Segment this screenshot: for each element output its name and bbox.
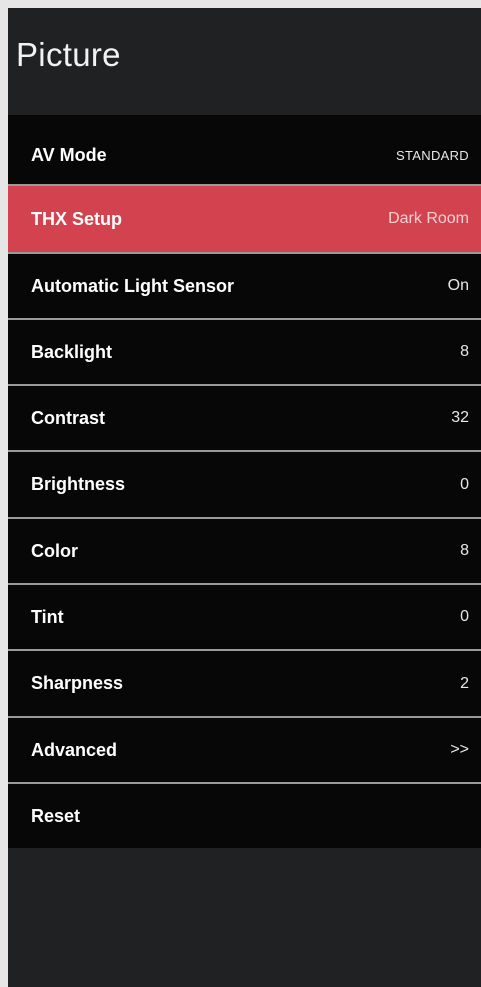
menu-item-value: STANDARD	[396, 147, 469, 163]
menu-item-label: Sharpness	[31, 673, 124, 693]
menu-item-label: AV Mode	[31, 144, 107, 165]
menu-item-automatic-light-sensor[interactable]: Automatic Light Sensor On	[8, 254, 481, 318]
menu-item-value: 2	[460, 674, 469, 692]
menu-item-tint[interactable]: Tint 0	[8, 585, 481, 649]
menu-item-sharpness[interactable]: Sharpness 2	[8, 651, 481, 716]
menu-item-label: Color	[31, 540, 78, 561]
menu-item-value: 32	[451, 409, 469, 426]
menu-item-label: Contrast	[31, 407, 106, 428]
menu-item-brightness[interactable]: Brightness 0	[8, 452, 481, 517]
menu-item-advanced[interactable]: Advanced >>	[8, 718, 481, 782]
page-title: Picture	[16, 36, 121, 73]
menu-item-contrast[interactable]: Contrast 32	[8, 386, 481, 450]
menu-item-color[interactable]: Color 8	[8, 519, 481, 583]
picture-settings-list: AV Mode STANDARD THX Setup Dark Room Aut…	[8, 115, 481, 848]
menu-item-value: 0	[460, 608, 469, 625]
menu-item-reset[interactable]: Reset	[8, 784, 481, 848]
menu-item-thx-setup[interactable]: THX Setup Dark Room	[8, 186, 481, 252]
menu-item-label: THX Setup	[31, 208, 123, 229]
menu-item-label: Automatic Light Sensor	[31, 275, 235, 296]
menu-item-av-mode[interactable]: AV Mode STANDARD	[8, 129, 481, 181]
menu-item-label: Advanced	[31, 739, 118, 760]
menu-item-label: Backlight	[31, 341, 113, 362]
menu-item-value: Dark Room	[388, 210, 469, 227]
menu-item-value: 0	[460, 475, 469, 493]
menu-item-label: Reset	[31, 805, 81, 826]
menu-item-value: 8	[460, 542, 469, 559]
menu-item-value: >>	[450, 741, 469, 758]
picture-menu-panel: Picture AV Mode STANDARD THX Setup Dark …	[8, 8, 481, 987]
menu-item-label: Brightness	[31, 474, 126, 494]
menu-item-value: 8	[460, 343, 469, 360]
menu-item-value: On	[447, 277, 469, 294]
menu-item-label: Tint	[31, 606, 64, 627]
menu-item-backlight[interactable]: Backlight 8	[8, 320, 481, 384]
